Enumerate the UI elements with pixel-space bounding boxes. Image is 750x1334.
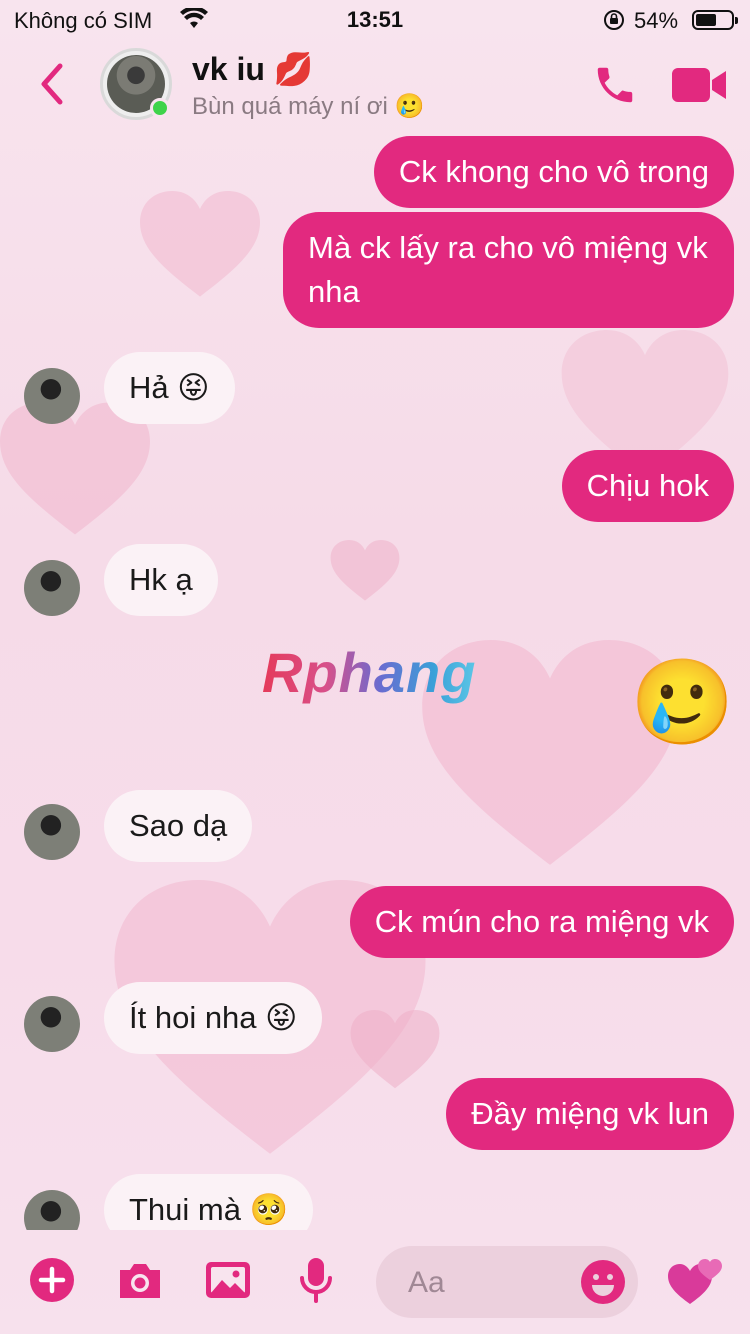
message-incoming[interactable]: Hk ạ	[104, 544, 218, 616]
message-outgoing[interactable]: Ck mún cho ra miệng vk	[349, 886, 734, 958]
video-camera-icon[interactable]	[672, 66, 728, 104]
battery-percent: 54%	[634, 8, 679, 33]
smiley-icon[interactable]	[580, 1259, 626, 1305]
message-incoming[interactable]: Sao dạ	[104, 790, 253, 862]
back-chevron-icon[interactable]	[36, 60, 66, 108]
large-emoji-message[interactable]: 🥲	[630, 654, 735, 750]
message-input-placeholder: Aa	[408, 1266, 445, 1299]
watermark: Rphang	[262, 641, 477, 704]
message-input[interactable]: Aa	[376, 1246, 638, 1318]
status-bar: Không có SIM 13:51 54%	[0, 0, 750, 40]
contact-status: Bùn quá máy ní ơi 🥲	[192, 93, 425, 120]
sender-avatar[interactable]	[24, 368, 80, 424]
sender-avatar[interactable]	[24, 560, 80, 616]
phone-icon[interactable]	[592, 62, 638, 108]
message-outgoing[interactable]: Mà ck lấy ra cho vô miệng vk nha	[283, 212, 734, 328]
contact-name[interactable]: vk iu 💋	[192, 50, 314, 88]
message-incoming[interactable]: Ít hoi nha 😝	[104, 982, 323, 1054]
battery-icon	[692, 10, 738, 30]
composer-bar: Aa	[0, 1230, 750, 1334]
orientation-lock-icon	[603, 9, 625, 37]
message-outgoing[interactable]: Chịu hok	[561, 450, 734, 522]
microphone-icon[interactable]	[292, 1256, 340, 1304]
sender-avatar[interactable]	[24, 996, 80, 1052]
hearts-icon[interactable]	[668, 1254, 724, 1310]
online-indicator	[150, 98, 170, 118]
sender-avatar[interactable]	[24, 804, 80, 860]
chat-header: vk iu 💋 Bùn quá máy ní ơi 🥲	[0, 40, 750, 132]
sender-avatar[interactable]	[24, 1190, 80, 1230]
message-incoming[interactable]: Thui mà 🥺	[104, 1174, 314, 1230]
message-outgoing[interactable]: Ck khong cho vô trong	[373, 136, 734, 208]
plus-icon[interactable]	[28, 1256, 76, 1304]
message-incoming[interactable]: Hả 😝	[104, 352, 235, 424]
message-outgoing[interactable]: Đầy miệng vk lun	[446, 1078, 734, 1150]
image-icon[interactable]	[204, 1256, 252, 1304]
camera-icon[interactable]	[116, 1256, 164, 1304]
